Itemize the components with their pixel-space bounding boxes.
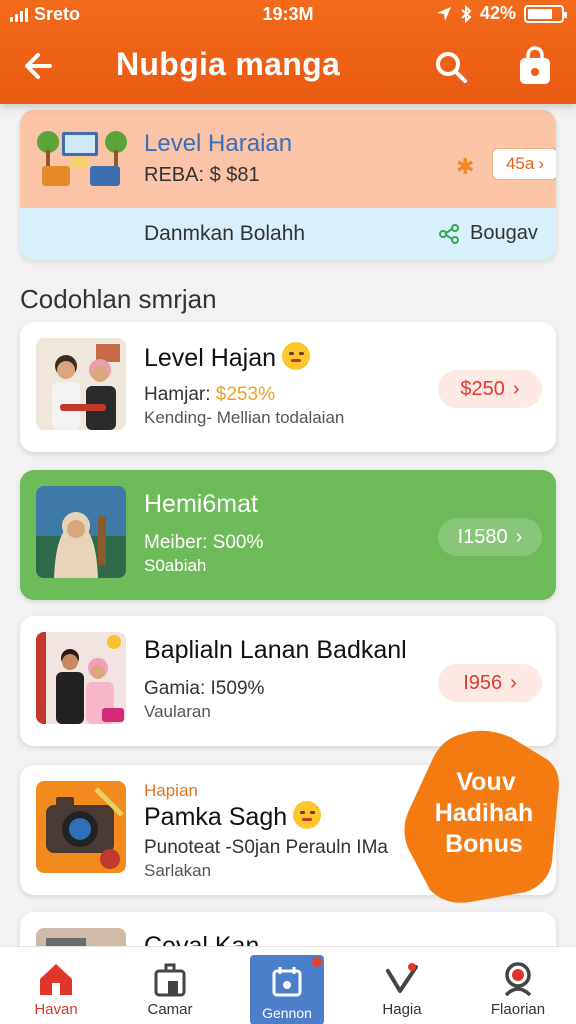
level-card[interactable]: Level Haraian REBA: $ $81 ✱ 45a › Danmka…: [20, 110, 556, 260]
item-price-line: Punoteat -S0jan Perauln IMa: [144, 837, 388, 858]
chevron-right-icon: ›: [538, 154, 545, 173]
page-title: Nubgia manga: [116, 46, 341, 82]
item-price-label: Gamia:: [144, 678, 206, 699]
item-photo: [36, 338, 126, 430]
item-title: Pamka Sagh: [144, 801, 322, 832]
promo-line-1: Vouv: [456, 768, 515, 796]
navbar: Nubgia manga: [0, 34, 576, 96]
price-label: $250: [460, 377, 505, 400]
tab-label: Camar: [147, 1001, 193, 1018]
status-right: 42%: [436, 3, 567, 24]
item-tag: Hapian: [144, 781, 198, 800]
chevron-right-icon: ›: [510, 671, 517, 694]
tab-store[interactable]: Camar: [122, 947, 218, 1024]
item-description: Sarlakan: [144, 861, 212, 880]
promo-bonus-badge[interactable]: Vouv Hadihah Bonus: [400, 728, 562, 904]
item-title: Hemi6mat: [144, 490, 258, 518]
classroom-illustration: [34, 124, 128, 194]
level-card-pill-label: 45a: [505, 154, 535, 173]
camera-illustration: [36, 781, 126, 873]
item-price-line: Meiber: S00%: [144, 532, 263, 554]
item-price-label: Meiber:: [144, 532, 208, 553]
item-price-value: S00%: [212, 532, 264, 553]
price-button[interactable]: I956 ›: [438, 664, 542, 702]
notification-dot: [312, 957, 322, 967]
heart-check-icon: [386, 963, 418, 993]
list-item[interactable]: Ceval Kan: [20, 912, 556, 946]
share-icon: [439, 223, 459, 244]
item-photo: [36, 928, 126, 946]
calendar-icon: [272, 967, 302, 997]
item-price-value: $253%: [215, 384, 275, 405]
list-item-highlighted[interactable]: Hemi6mat Meiber: S00% S0abiah I1580 ›: [20, 470, 556, 600]
tab-label: Gennon: [262, 1005, 312, 1021]
list-item[interactable]: Baplialn Lanan Badkanl Gamia: I509% Vaul…: [20, 616, 556, 746]
item-price-value: I509%: [210, 678, 265, 699]
item-description: S0abiah: [144, 556, 207, 575]
item-title: Level Hajan: [144, 342, 311, 373]
bottom-tab-bar: Havan Camar Gennon Hagia Flaorian: [0, 946, 576, 1024]
share-action[interactable]: Bougav: [438, 222, 538, 245]
section-title: Codohlan smrjan: [20, 284, 217, 314]
price-label: I956: [463, 671, 503, 694]
item-title: Baplialn Lanan Badkanl: [144, 636, 407, 664]
promo-line-3: Bonus: [445, 830, 523, 858]
tab-label: Hagia: [382, 1001, 422, 1018]
status-bar: Sreto 19:3M 42%: [0, 0, 576, 28]
tab-label: Havan: [34, 1001, 78, 1018]
home-icon: [40, 964, 72, 995]
level-card-lower[interactable]: Danmkan Bolahh Bougav: [20, 208, 556, 260]
price-button[interactable]: I1580 ›: [438, 518, 542, 556]
item-description: Kending- Mellian todalaian: [144, 408, 345, 427]
item-price-line: Gamia: I509%: [144, 678, 264, 700]
price-button[interactable]: $250 ›: [438, 370, 542, 408]
list-item[interactable]: Level Hajan Hamjar: $253% Kending- Melli…: [20, 322, 556, 452]
battery-percent: 42%: [479, 3, 516, 23]
sparkle-icon: ✱: [456, 154, 475, 179]
chevron-right-icon: ›: [512, 377, 520, 400]
bluetooth-icon: [461, 4, 472, 23]
share-label: Bougav: [470, 222, 538, 244]
level-card-subtitle: REBA: $ $81: [144, 164, 260, 186]
search-person-icon: [504, 962, 532, 997]
tab-home[interactable]: Havan: [8, 947, 104, 1024]
item-price-line: Hamjar: $253%: [144, 384, 275, 406]
app-header: Sreto 19:3M 42% Nubgia manga: [0, 0, 576, 104]
shopping-bag-icon[interactable]: [516, 46, 554, 86]
level-card-title: Level Haraian: [144, 130, 293, 157]
item-title-text: Level Hajan: [144, 344, 277, 372]
level-card-lower-text: Danmkan Bolahh: [144, 222, 306, 245]
item-photo: [36, 632, 126, 724]
emoji-icon: [282, 342, 311, 370]
search-icon[interactable]: [432, 48, 470, 86]
location-icon: [436, 6, 451, 21]
emoji-icon: [293, 801, 322, 829]
level-card-pill[interactable]: 45a ›: [492, 148, 556, 180]
price-label: I1580: [457, 525, 508, 548]
item-description: Vaularan: [144, 702, 211, 721]
tab-profile-search[interactable]: Flaorian: [470, 947, 566, 1024]
promo-line-2: Hadihah: [435, 799, 534, 827]
item-photo: [36, 486, 126, 578]
item-title: Ceval Kan: [144, 932, 260, 946]
tab-label: Flaorian: [490, 1001, 546, 1018]
tab-calendar[interactable]: Gennon: [250, 955, 324, 1024]
item-title-text: Pamka Sagh: [144, 803, 288, 831]
chevron-right-icon: ›: [515, 525, 523, 548]
store-icon: [154, 963, 186, 997]
tab-favorites[interactable]: Hagia: [354, 947, 450, 1024]
level-card-upper: Level Haraian REBA: $ $81 ✱ 45a ›: [20, 110, 556, 208]
battery-icon: [524, 4, 567, 23]
back-arrow-icon[interactable]: [20, 46, 60, 86]
item-price-label: Hamjar:: [144, 384, 211, 405]
